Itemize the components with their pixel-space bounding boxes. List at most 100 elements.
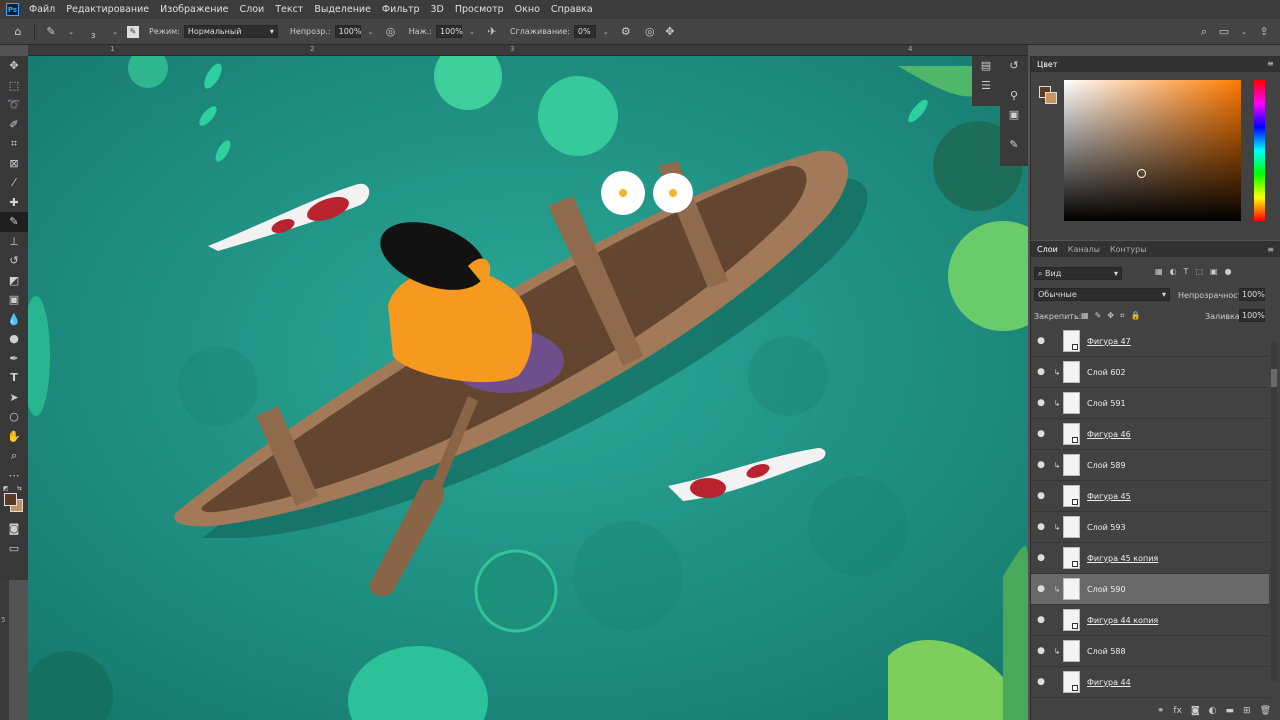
layer-row[interactable]: ● Фигура 46 — [1031, 419, 1269, 450]
menu-image[interactable]: Изображение — [160, 4, 228, 15]
brush-preset-picker[interactable]: 3 — [81, 22, 105, 42]
menu-type[interactable]: Текст — [275, 4, 303, 15]
visibility-eye-icon[interactable]: ● — [1031, 429, 1051, 439]
layer-style-icon[interactable]: fx — [1173, 706, 1182, 716]
chevron-down-icon[interactable]: ⌄ — [63, 24, 79, 40]
airbrush-icon[interactable]: ✈ — [484, 24, 500, 40]
type-tool-icon[interactable]: T — [0, 368, 28, 388]
brush-tool-icon[interactable]: ✎ — [0, 212, 28, 232]
color-picker-cursor[interactable] — [1137, 169, 1146, 178]
brushes-panel-icon[interactable]: ✎ — [1000, 135, 1028, 155]
quick-mask-icon[interactable]: ◙ — [0, 519, 28, 539]
share-icon[interactable]: ⇪ — [1256, 24, 1272, 40]
lock-all-icon[interactable]: 🔒 — [1130, 311, 1140, 321]
layer-row[interactable]: ● Фигура 44 — [1031, 667, 1269, 698]
layer-row[interactable]: ● ↳ Слой 588 — [1031, 636, 1269, 667]
clone-stamp-tool-icon[interactable]: ⊥ — [0, 232, 28, 252]
eraser-tool-icon[interactable]: ◩ — [0, 271, 28, 291]
frame-tool-icon[interactable]: ⊠ — [0, 154, 28, 174]
layer-name[interactable]: Фигура 44 — [1087, 678, 1131, 687]
layer-name[interactable]: Фигура 44 копия — [1087, 616, 1158, 625]
color-field[interactable] — [1064, 80, 1241, 221]
filter-toggle-icon[interactable]: ● — [1225, 267, 1232, 276]
layer-thumbnail[interactable] — [1063, 578, 1080, 600]
lock-position-icon[interactable]: ✥ — [1107, 311, 1114, 321]
swap-colors-icon[interactable]: ⇆ — [17, 485, 22, 492]
menu-filter[interactable]: Фильтр — [382, 4, 420, 15]
chevron-down-icon[interactable]: ⌄ — [464, 24, 480, 40]
layer-thumbnail[interactable] — [1063, 330, 1080, 352]
menu-edit[interactable]: Редактирование — [66, 4, 149, 15]
brush-settings-icon[interactable]: ✎ — [127, 25, 139, 38]
eyedropper-tool-icon[interactable]: ⁄ — [0, 173, 28, 193]
smart-object-filter-icon[interactable]: ▣ — [1210, 267, 1218, 276]
fill-input[interactable]: 100% — [1239, 309, 1265, 322]
layer-name[interactable]: Слой 588 — [1087, 647, 1126, 656]
lightbulb-icon[interactable]: ⚲ — [1000, 86, 1028, 106]
layer-row[interactable]: ● Фигура 45 копия — [1031, 543, 1269, 574]
layer-thumbnail[interactable] — [1063, 485, 1080, 507]
brush-tool-icon[interactable]: ✎ — [43, 24, 59, 40]
chevron-down-icon[interactable]: ⌄ — [598, 24, 614, 40]
zoom-tool-icon[interactable]: ⌕ — [0, 446, 28, 466]
adjustment-filter-icon[interactable]: ◐ — [1170, 267, 1177, 276]
foreground-color-swatch[interactable] — [4, 493, 17, 506]
layer-thumbnail[interactable] — [1063, 516, 1080, 538]
hand-tool-icon[interactable]: ✋ — [0, 427, 28, 447]
path-select-tool-icon[interactable]: ➤ — [0, 388, 28, 408]
tab-channels[interactable]: Каналы — [1068, 245, 1100, 254]
visibility-eye-icon[interactable]: ● — [1031, 584, 1051, 594]
layer-name[interactable]: Фигура 45 — [1087, 492, 1131, 501]
quick-select-tool-icon[interactable]: ✐ — [0, 115, 28, 135]
gradient-tool-icon[interactable]: ▣ — [0, 290, 28, 310]
layer-name[interactable]: Слой 602 — [1087, 368, 1126, 377]
symmetry-icon[interactable]: ✥ — [662, 24, 678, 40]
properties-icon[interactable]: ▤ — [972, 56, 1000, 76]
new-group-icon[interactable]: ▬ — [1226, 706, 1235, 716]
pressure-opacity-icon[interactable]: ◎ — [383, 24, 399, 40]
dodge-tool-icon[interactable]: ● — [0, 329, 28, 349]
visibility-eye-icon[interactable]: ● — [1031, 522, 1051, 532]
pixel-filter-icon[interactable]: ▦ — [1155, 267, 1163, 276]
visibility-eye-icon[interactable]: ● — [1031, 491, 1051, 501]
blur-tool-icon[interactable]: 💧 — [0, 310, 28, 330]
marquee-tool-icon[interactable]: ⬚ — [0, 76, 28, 96]
workspace-icon[interactable]: ▭ — [1216, 24, 1232, 40]
chevron-down-icon[interactable]: ⌄ — [363, 24, 379, 40]
libraries-icon[interactable]: ▣ — [1000, 105, 1028, 125]
default-colors-icon[interactable]: ◩ — [3, 485, 9, 492]
crop-tool-icon[interactable]: ⌗ — [0, 134, 28, 154]
visibility-eye-icon[interactable]: ● — [1031, 646, 1051, 656]
opacity-input[interactable]: 100% — [334, 25, 361, 38]
delete-layer-icon[interactable]: 🗑 — [1260, 706, 1271, 716]
layer-row[interactable]: ● Фигура 45 — [1031, 481, 1269, 512]
shape-filter-icon[interactable]: ⬚ — [1195, 267, 1203, 276]
layer-thumbnail[interactable] — [1063, 640, 1080, 662]
tab-layers[interactable]: Слои — [1037, 245, 1058, 254]
layers-scrollbar[interactable] — [1271, 341, 1277, 681]
visibility-eye-icon[interactable]: ● — [1031, 398, 1051, 408]
new-adjustment-icon[interactable]: ◐ — [1209, 706, 1217, 716]
layer-row[interactable]: ● ↳ Слой 590 — [1031, 574, 1269, 605]
search-icon[interactable]: ⌕ — [1196, 24, 1212, 40]
layer-thumbnail[interactable] — [1063, 454, 1080, 476]
visibility-eye-icon[interactable]: ● — [1031, 553, 1051, 563]
visibility-eye-icon[interactable]: ● — [1031, 367, 1051, 377]
menu-select[interactable]: Выделение — [314, 4, 371, 15]
chevron-down-icon[interactable]: ⌄ — [1236, 24, 1252, 40]
layer-row[interactable]: ● ↳ Слой 591 — [1031, 388, 1269, 419]
layer-row[interactable]: ● Фигура 44 копия — [1031, 605, 1269, 636]
screen-mode-icon[interactable]: ▭ — [0, 539, 28, 559]
layer-name[interactable]: Слой 590 — [1087, 585, 1126, 594]
menu-layers[interactable]: Слои — [239, 4, 264, 15]
lasso-tool-icon[interactable]: ➰ — [0, 95, 28, 115]
lock-pixels-icon[interactable]: ✎ — [1095, 311, 1102, 321]
visibility-eye-icon[interactable]: ● — [1031, 336, 1051, 346]
visibility-eye-icon[interactable]: ● — [1031, 677, 1051, 687]
layer-name[interactable]: Слой 593 — [1087, 523, 1126, 532]
layer-thumbnail[interactable] — [1063, 547, 1080, 569]
visibility-eye-icon[interactable]: ● — [1031, 615, 1051, 625]
menu-window[interactable]: Окно — [515, 4, 540, 15]
type-filter-icon[interactable]: T — [1184, 267, 1189, 276]
home-icon[interactable]: ⌂ — [10, 24, 26, 40]
